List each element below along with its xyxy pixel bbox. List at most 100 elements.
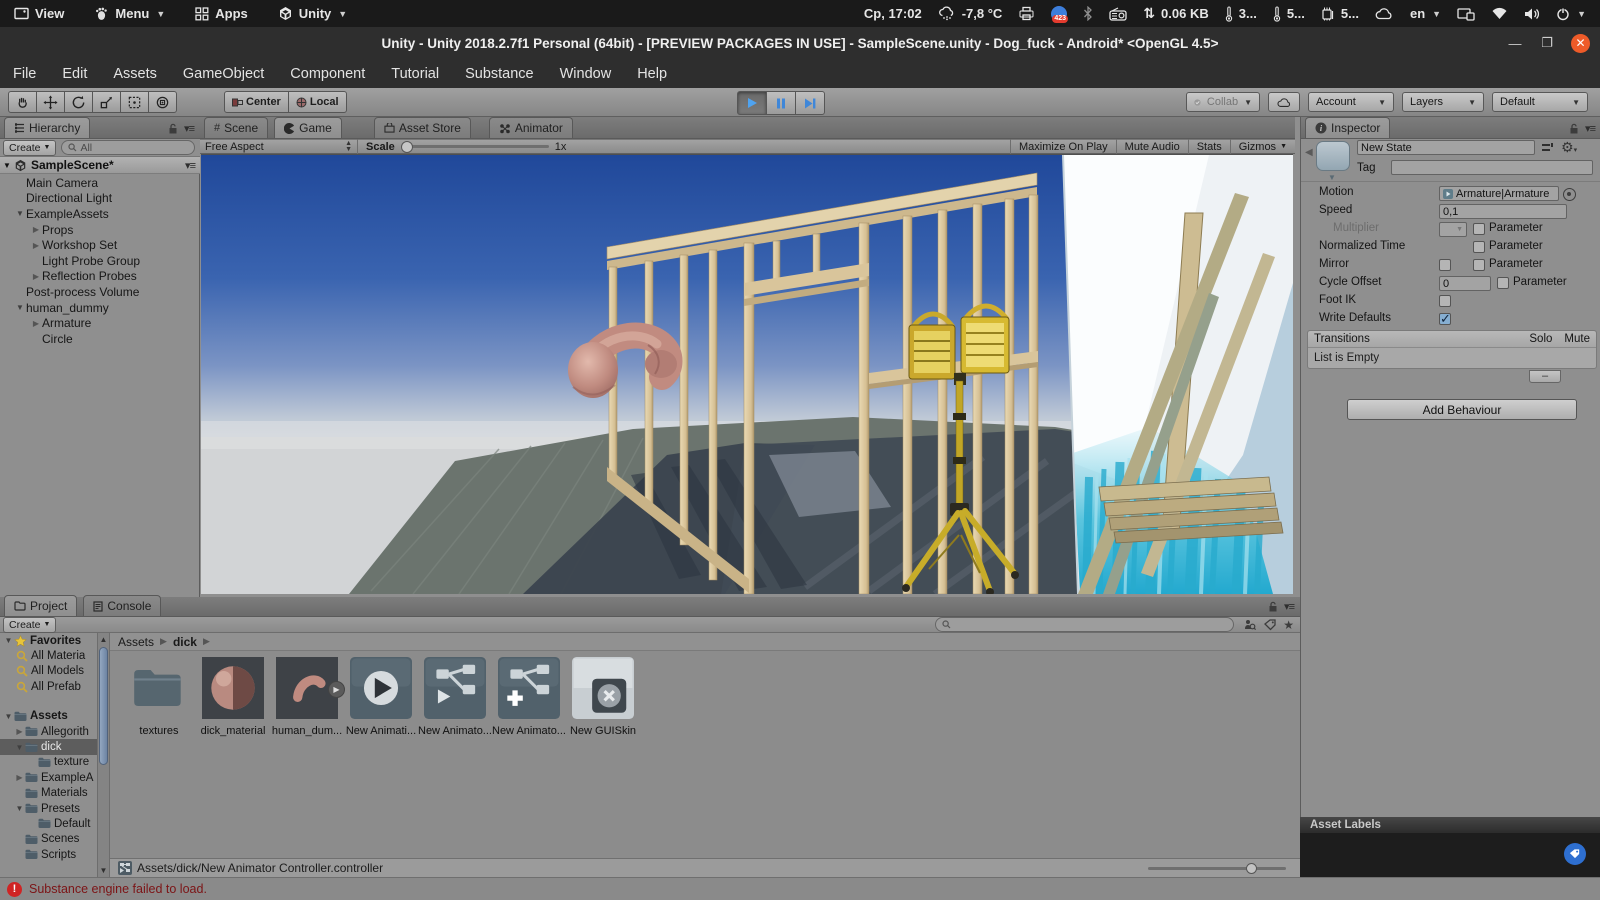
project-tree-item[interactable]: Default [0,816,97,831]
lock-icon[interactable] [1268,601,1278,613]
foldout-arrow-icon[interactable] [14,209,26,218]
asset-item[interactable]: ▶ human_dum... [270,657,344,737]
project-tree-scrollbar[interactable]: ▲ ▼ [97,633,110,877]
menu-item[interactable]: Substance [452,66,547,82]
play-button[interactable] [737,91,767,115]
foldout-arrow-icon[interactable] [14,743,25,752]
project-tree-item[interactable]: Presets [0,801,97,816]
multiplier-dropdown[interactable]: ▼ [1439,222,1467,237]
maximize-button[interactable]: ❐ [1539,35,1555,51]
minimize-button[interactable]: — [1507,36,1523,51]
transform-tool-button[interactable] [148,91,177,113]
foldout-arrow-icon[interactable] [14,727,25,736]
collapse-chevron-icon[interactable]: ◀ [1305,147,1313,158]
project-create-button[interactable]: Create▼ [3,617,56,633]
normalized-time-parameter-checkbox[interactable] [1473,241,1485,253]
foldout-arrow-icon[interactable] [14,303,26,312]
maximize-on-play-button[interactable]: Maximize On Play [1010,139,1116,154]
asset-labels-header[interactable]: Asset Labels [1300,817,1600,833]
cloud-services-button[interactable] [1268,92,1300,112]
project-tree-item[interactable]: texture [0,755,97,770]
hierarchy-item[interactable]: Workshop Set [0,237,200,253]
favorites-item[interactable]: All Models [0,664,97,679]
hierarchy-item[interactable]: Props [0,222,200,238]
menu-item[interactable]: Component [277,66,378,82]
tab-asset-store[interactable]: Asset Store [374,117,471,138]
asset-item[interactable]: ▶ textures [122,657,196,737]
os-volume[interactable] [1524,7,1540,21]
breadcrumb-current[interactable]: dick [173,635,197,649]
hierarchy-item[interactable]: Main Camera [0,175,200,191]
add-behaviour-button[interactable]: Add Behaviour [1347,399,1577,420]
menu-item[interactable]: File [0,66,49,82]
hierarchy-scene-header[interactable]: ▼ SampleScene* ▾≡ [0,157,200,174]
os-weather[interactable]: -7,8 °C [938,6,1003,22]
editor-status-bar[interactable]: ! Substance engine failed to load. [0,877,1600,900]
layout-dropdown[interactable]: Default▼ [1492,92,1588,112]
foldout-arrow-icon[interactable] [14,804,25,813]
move-tool-button[interactable] [36,91,65,113]
hierarchy-item[interactable]: human_dummy [0,300,200,316]
favorites-item[interactable]: All Prefab [0,679,97,694]
thumbnail-zoom-slider[interactable] [1148,867,1286,870]
mirror-parameter-checkbox[interactable] [1473,259,1485,271]
gear-icon[interactable]: ⚙▾ [1561,139,1577,156]
os-sensor-1[interactable]: 3... [1225,6,1257,22]
os-keyboard-layout[interactable]: en ▼ [1410,6,1441,21]
foldout-arrow-icon[interactable] [30,225,42,234]
hierarchy-item[interactable]: ExampleAssets [0,206,200,222]
search-by-type-icon[interactable] [1243,619,1256,631]
space-toggle-button[interactable]: Local [288,91,347,113]
scale-slider-knob[interactable] [401,141,413,153]
menu-item[interactable]: Tutorial [378,66,452,82]
pause-button[interactable] [766,91,796,115]
menu-item[interactable]: Edit [49,66,100,82]
speed-field[interactable]: 0,1 [1439,204,1567,219]
os-bluetooth[interactable] [1083,6,1093,21]
os-view-menu[interactable]: View [14,6,64,21]
hierarchy-search-input[interactable]: All [61,140,195,155]
tag-field[interactable] [1391,160,1593,175]
object-picker-icon[interactable] [1563,188,1576,201]
search-by-label-icon[interactable] [1264,619,1277,631]
foldout-arrow-icon[interactable] [30,319,42,328]
os-unity-appmenu[interactable]: Unity ▼ [278,6,347,21]
os-notification-app[interactable]: 423 [1051,6,1067,22]
os-displays[interactable] [1457,7,1475,21]
foldout-arrow-icon[interactable] [30,241,42,250]
favorites-header[interactable]: Favorites [0,633,97,648]
os-sensor-3[interactable]: 5... [1321,6,1359,22]
project-tree-item[interactable]: Allegorith [0,724,97,739]
tab-project[interactable]: Project [4,595,77,616]
os-wifi[interactable] [1491,7,1508,20]
tab-inspector[interactable]: i Inspector [1305,117,1390,138]
tab-hierarchy[interactable]: Hierarchy [4,117,90,138]
collab-dropdown[interactable]: Collab▼ [1186,92,1260,112]
asset-item[interactable]: ▶ New GUISkin [566,657,640,737]
os-network-traffic[interactable]: ⇅ 0.06 KB [1143,5,1208,22]
layers-dropdown[interactable]: Layers▼ [1402,92,1484,112]
expand-badge-icon[interactable]: ▶ [328,681,345,698]
hierarchy-item[interactable]: Light Probe Group [0,253,200,269]
account-dropdown[interactable]: Account▼ [1308,92,1394,112]
asset-item[interactable]: ▶ New Animati... [344,657,418,737]
lock-icon[interactable] [168,123,178,135]
scale-tool-button[interactable] [92,91,121,113]
hierarchy-item[interactable]: Directional Light [0,191,200,207]
foldout-arrow-icon[interactable] [3,636,14,645]
cycle-offset-parameter-checkbox[interactable] [1497,277,1509,289]
rotate-tool-button[interactable] [64,91,93,113]
panel-menu-icon[interactable]: ▾≡ [184,122,194,135]
project-tree-item[interactable]: Scripts [0,847,97,862]
write-defaults-checkbox[interactable] [1439,313,1451,325]
menu-item[interactable]: Window [547,66,625,82]
pivot-toggle-button[interactable]: Center [224,91,289,113]
breadcrumb-root[interactable]: Assets [118,635,154,649]
hand-tool-button[interactable] [8,91,37,113]
asset-item[interactable]: ▶ New Animato... [492,657,566,737]
menu-item[interactable]: GameObject [170,66,277,82]
project-tree-item[interactable]: Scenes [0,832,97,847]
favorite-search-icon[interactable]: ★ [1283,618,1294,632]
foldout-arrow-icon[interactable] [30,272,42,281]
mirror-checkbox[interactable] [1439,259,1451,271]
